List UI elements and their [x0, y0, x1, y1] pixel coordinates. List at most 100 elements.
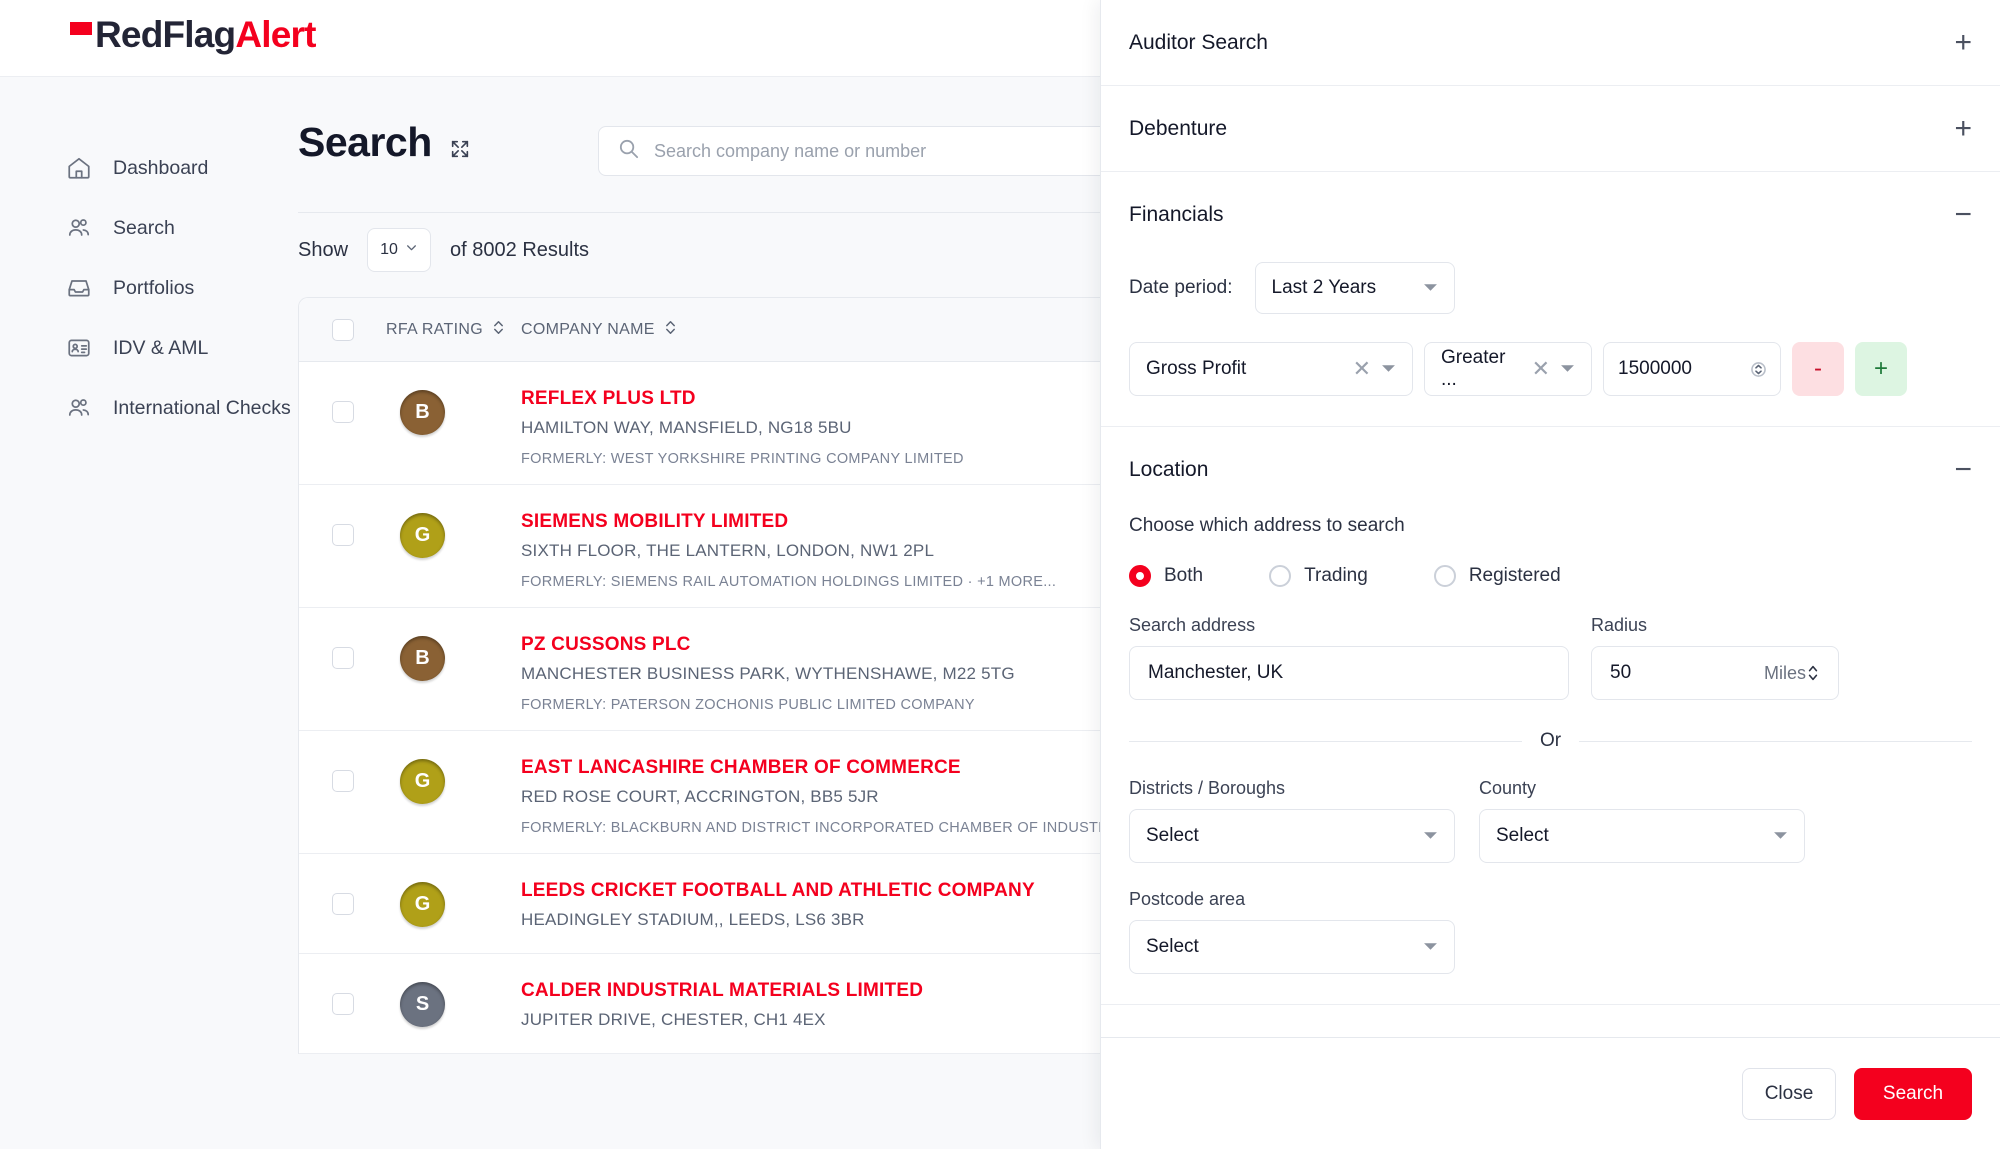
chevron-down-icon — [1409, 938, 1438, 956]
chevron-down-icon — [1560, 360, 1575, 378]
financial-operator-select[interactable]: Greater ... ✕ — [1424, 342, 1592, 396]
search-address-label: Search address — [1129, 615, 1256, 635]
row-select-cell — [299, 485, 386, 547]
row-checkbox[interactable] — [331, 647, 354, 670]
address-type-label: Choose which address to search — [1129, 515, 1405, 536]
sidebar-item-label: Portfolios — [113, 276, 195, 299]
sidebar-item-idv-aml[interactable]: IDV & AML — [0, 325, 298, 371]
sidebar-item-international-checks[interactable]: International Checks — [0, 385, 298, 431]
people-icon — [66, 215, 92, 241]
rfa-rating-badge: G — [400, 882, 445, 928]
districts-group: Districts / Boroughs Select — [1129, 778, 1455, 863]
financial-metric-select[interactable]: Gross Profit ✕ — [1129, 342, 1413, 396]
search-address-field[interactable] — [1129, 646, 1569, 700]
section-location-header[interactable]: Location − — [1129, 427, 1972, 513]
close-icon[interactable]: ✕ — [1347, 356, 1381, 382]
radio-dot-icon — [1269, 565, 1292, 587]
or-label: Or — [1539, 730, 1562, 751]
section-financials-header[interactable]: Financials − — [1129, 172, 1972, 258]
separator-line — [1579, 740, 1973, 742]
districts-select[interactable]: Select — [1129, 809, 1455, 863]
county-select[interactable]: Select — [1479, 809, 1805, 863]
chevron-down-icon — [1759, 827, 1788, 845]
postcode-select[interactable]: Select — [1129, 920, 1455, 974]
section-auditor-search[interactable]: Auditor Search + — [1101, 0, 2000, 86]
sidebar-item-search[interactable]: Search — [0, 205, 298, 251]
search-button[interactable]: Search — [1854, 1067, 1972, 1120]
financial-operator-value: Greater ... — [1441, 347, 1506, 390]
row-checkbox[interactable] — [331, 893, 354, 916]
radio-registered[interactable]: Registered — [1433, 565, 1561, 587]
close-button[interactable]: Close — [1742, 1067, 1836, 1120]
company-name-link[interactable]: PZ CUSSONS PLC — [521, 634, 1015, 656]
company-name-link[interactable]: SIEMENS MOBILITY LIMITED — [521, 511, 1056, 533]
page-size-select[interactable]: 10 — [367, 228, 432, 272]
address-type-radio-group: Both Trading Registered — [1129, 565, 1972, 587]
rfa-rating-badge: G — [400, 513, 445, 559]
sidebar-item-portfolios[interactable]: Portfolios — [0, 265, 298, 311]
company-former-names: FORMERLY: SIEMENS RAIL AUTOMATION HOLDIN… — [521, 574, 1057, 591]
search-bar[interactable] — [598, 126, 1138, 176]
close-icon[interactable]: ✕ — [1526, 356, 1560, 382]
districts-county-row: Districts / Boroughs Select County Selec… — [1129, 778, 1972, 863]
collapse-minus-icon[interactable]: − — [1954, 200, 1972, 230]
company-name-link[interactable]: LEEDS CRICKET FOOTBALL AND ATHLETIC COMP… — [521, 880, 1035, 902]
row-checkbox[interactable] — [331, 524, 354, 547]
section-title: Financials — [1129, 203, 1224, 226]
row-checkbox[interactable] — [331, 401, 354, 423]
section-financials: Financials − Date period: Last 2 Years G… — [1101, 172, 2000, 427]
radius-stepper-icon[interactable] — [1806, 663, 1820, 683]
section-title: Location — [1129, 458, 1209, 481]
inbox-icon — [66, 275, 92, 301]
financial-metric-value: Gross Profit — [1146, 358, 1247, 379]
company-name-link[interactable]: CALDER INDUSTRIAL MATERIALS LIMITED — [521, 980, 923, 1002]
column-header-label: COMPANY NAME — [521, 320, 655, 338]
select-all-cell — [299, 318, 386, 341]
rfa-rating-badge: B — [400, 390, 445, 435]
sidebar-item-dashboard[interactable]: Dashboard — [0, 145, 298, 191]
financial-amount-input[interactable] — [1618, 358, 1751, 380]
company-cell: PZ CUSSONS PLC MANCHESTER BUSINESS PARK, … — [521, 608, 1015, 730]
pagination-controls: Show 10 of 8002 Results — [298, 227, 589, 273]
column-header-company-name[interactable]: COMPANY NAME — [521, 319, 677, 341]
sidebar-item-label: Search — [113, 216, 175, 239]
row-select-cell — [299, 731, 386, 793]
radio-trading[interactable]: Trading — [1269, 565, 1368, 587]
section-debenture[interactable]: Debenture + — [1101, 86, 2000, 172]
collapse-minus-icon[interactable]: − — [1954, 455, 1972, 485]
brand-logo[interactable]: RedFlagAlert — [70, 14, 316, 56]
app-root: RedFlagAlert Dashboard Search Portfolios — [0, 0, 2000, 1149]
page-size-value: 10 — [380, 241, 398, 258]
remove-criteria-button[interactable]: - — [1792, 342, 1844, 396]
radius-field[interactable]: Miles — [1591, 646, 1839, 700]
address-radius-row: Search address Radius Miles — [1129, 615, 1972, 700]
radio-label: Registered — [1468, 565, 1561, 586]
date-period-select[interactable]: Last 2 Years — [1254, 262, 1455, 314]
rfa-rating-badge: S — [400, 982, 445, 1028]
add-criteria-button[interactable]: + — [1855, 342, 1907, 396]
brand-name-primary: RedFlag — [95, 14, 236, 55]
expand-icon[interactable] — [447, 136, 473, 162]
search-icon — [617, 137, 640, 165]
stepper-icon[interactable] — [1751, 360, 1766, 379]
financial-criteria-row: Gross Profit ✕ Greater ... ✕ 1500000 - + — [1129, 342, 1972, 396]
postcode-group: Postcode area Select — [1129, 889, 1455, 974]
row-checkbox[interactable] — [331, 770, 354, 793]
select-all-checkbox[interactable] — [331, 318, 354, 341]
expand-plus-icon[interactable]: + — [1954, 27, 1972, 58]
postcode-value: Select — [1146, 936, 1199, 957]
search-address-input[interactable] — [1148, 662, 1550, 684]
expand-plus-icon[interactable]: + — [1954, 113, 1972, 144]
company-name-link[interactable]: REFLEX PLUS LTD — [521, 388, 964, 410]
search-input[interactable] — [654, 140, 1119, 162]
column-header-rating[interactable]: RFA RATING — [386, 319, 521, 341]
rfa-rating-badge: G — [400, 759, 445, 805]
radius-input[interactable] — [1610, 662, 1756, 684]
radius-group: Radius Miles — [1591, 615, 1839, 700]
company-cell: CALDER INDUSTRIAL MATERIALS LIMITED JUPIT… — [521, 954, 923, 1044]
company-former-names: FORMERLY: PATERSON ZOCHONIS PUBLIC LIMIT… — [521, 697, 975, 714]
row-checkbox[interactable] — [331, 993, 354, 1016]
financial-amount-field[interactable] — [1603, 342, 1781, 396]
home-icon — [66, 155, 92, 181]
radio-both[interactable]: Both — [1129, 565, 1203, 587]
